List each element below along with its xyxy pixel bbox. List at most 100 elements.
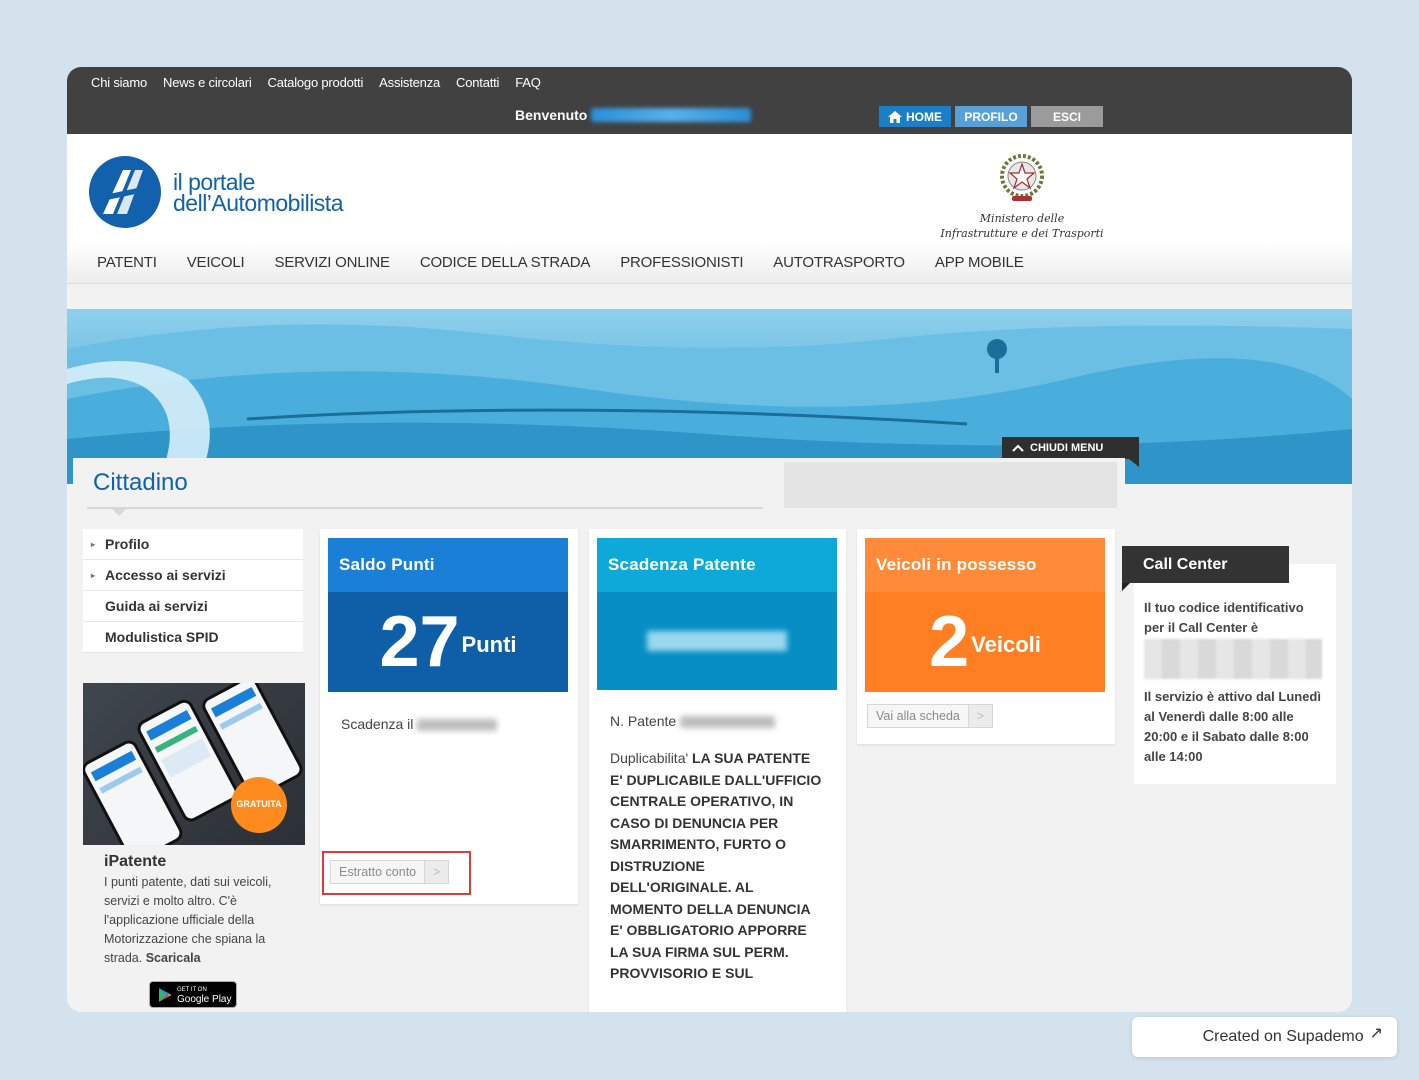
- close-menu-button[interactable]: CHIUDI MENU: [1002, 437, 1139, 467]
- top-bar: Chi siamo News e circolari Catalogo prod…: [67, 67, 1352, 134]
- link-faq[interactable]: FAQ: [515, 75, 541, 90]
- home-button-label: HOME: [906, 109, 942, 124]
- saldo-punti-header: Saldo Punti 27 Punti: [328, 538, 568, 692]
- scadenza-patente-title: Scadenza Patente: [597, 538, 837, 592]
- profile-button[interactable]: PROFILO: [955, 106, 1027, 127]
- link-news[interactable]: News e circolari: [163, 75, 252, 90]
- duplicability-text: LA SUA PATENTE E' DUPLICABILE DALL'UFFIC…: [610, 750, 822, 981]
- user-name-redacted: [591, 108, 752, 122]
- scadenza-patente-card: Scadenza Patente N. Patente Duplicabilit…: [589, 529, 846, 1012]
- call-center-id-text: Il tuo codice identificativo per il Call…: [1144, 600, 1304, 635]
- free-badge: GRATUITA: [236, 799, 282, 809]
- duplicability-info: Duplicabilita' LA SUA PATENTE E' DUPLICA…: [610, 748, 825, 985]
- caret-right-icon: ▸: [91, 570, 96, 580]
- portal-logo-icon[interactable]: [89, 156, 161, 228]
- nav-autotrasporto[interactable]: AUTOTRASPORTO: [773, 254, 905, 271]
- sidebar-item-profilo[interactable]: ▸ Profilo: [83, 529, 303, 560]
- saldo-punti-value: 27: [379, 602, 460, 682]
- caret-right-icon: ▸: [91, 539, 96, 549]
- ipatente-app-image[interactable]: GRATUITA: [83, 683, 305, 845]
- page-title: Cittadino: [93, 469, 188, 496]
- saldo-punti-value-box: 27 Punti: [328, 592, 568, 692]
- logout-button[interactable]: ESCI: [1031, 106, 1103, 127]
- sidebar-item-accesso-servizi[interactable]: ▸ Accesso ai servizi: [83, 560, 303, 591]
- saldo-punti-card: Saldo Punti 27 Punti Scadenza il Estratt…: [320, 529, 578, 904]
- supademo-badge[interactable]: Created on Supademo ↗: [1132, 1017, 1397, 1057]
- vai-alla-scheda-button[interactable]: Vai alla scheda >: [867, 704, 993, 728]
- license-number-redacted: [680, 716, 776, 729]
- saldo-punti-title: Saldo Punti: [328, 538, 568, 592]
- title-divider: [87, 507, 763, 509]
- gplay-big-text: Google Play: [177, 993, 232, 1005]
- expiry-label: Scadenza il: [341, 716, 414, 732]
- welcome-message: Benvenuto: [515, 107, 752, 123]
- top-links: Chi siamo News e circolari Catalogo prod…: [91, 75, 541, 90]
- arrow-right-icon: >: [424, 861, 449, 883]
- browser-frame: Chi siamo News e circolari Catalogo prod…: [67, 67, 1352, 1012]
- sidebar-item-label: Accesso ai servizi: [105, 567, 226, 583]
- site-header: il portale dell’Automobilista Ministero …: [67, 134, 1352, 242]
- main-nav: PATENTI VEICOLI SERVIZI ONLINE CODICE DE…: [67, 242, 1352, 284]
- call-center-panel: Il tuo codice identificativo per il Call…: [1134, 564, 1336, 784]
- saldo-expiry: Scadenza il: [341, 716, 498, 732]
- external-link-icon: ↗: [1369, 1025, 1383, 1042]
- portal-logo-text[interactable]: il portale dell’Automobilista: [173, 171, 343, 216]
- nav-veicoli[interactable]: VEICOLI: [187, 254, 245, 271]
- nav-professionisti[interactable]: PROFESSIONISTI: [620, 254, 743, 271]
- ipatente-description: I punti patente, dati sui veicoli, servi…: [104, 873, 284, 968]
- scadenza-patente-value-box: [597, 592, 837, 690]
- arrow-right-icon: >: [967, 705, 992, 727]
- top-buttons: HOME PROFILO ESCI: [879, 106, 1103, 127]
- nav-patenti[interactable]: PATENTI: [97, 254, 157, 271]
- nav-app-mobile[interactable]: APP MOBILE: [935, 254, 1024, 271]
- ipatente-download-link[interactable]: Scaricala: [146, 951, 201, 965]
- veicoli-value-box: 2 Veicoli: [865, 592, 1105, 692]
- sidebar-item-label: Profilo: [105, 536, 150, 552]
- license-number-label: N. Patente: [610, 713, 677, 729]
- sidebar-menu: ▸ Profilo ▸ Accesso ai servizi Guida ai …: [83, 529, 303, 653]
- chevron-up-icon: [1012, 444, 1024, 452]
- license-expiry-redacted: [647, 631, 787, 651]
- veicoli-value: 2: [929, 602, 970, 682]
- veicoli-header: Veicoli in possesso 2 Veicoli: [865, 538, 1105, 692]
- link-catalogo[interactable]: Catalogo prodotti: [268, 75, 364, 90]
- sidebar-item-guida-servizi[interactable]: Guida ai servizi: [83, 591, 303, 622]
- supademo-label: Created on Supademo: [1202, 1028, 1364, 1045]
- welcome-label: Benvenuto: [515, 107, 588, 123]
- saldo-punti-unit: Punti: [461, 632, 517, 657]
- ipatente-title: iPatente: [104, 853, 167, 870]
- veicoli-card: Veicoli in possesso 2 Veicoli Vai alla s…: [857, 529, 1115, 744]
- call-center-hours: Il servizio è attivo dal Lunedì al Vener…: [1144, 689, 1321, 764]
- expiry-date-redacted: [417, 719, 498, 732]
- link-contatti[interactable]: Contatti: [456, 75, 499, 90]
- title-divider-notch: [111, 508, 127, 516]
- duplicability-label: Duplicabilita': [610, 750, 689, 766]
- estratto-conto-label: Estratto conto: [339, 865, 417, 879]
- vai-alla-scheda-label: Vai alla scheda: [876, 709, 960, 723]
- license-number: N. Patente: [610, 713, 776, 729]
- logo-line-2: dell’Automobilista: [173, 190, 343, 216]
- ministry-logo: Ministero delle Infrastrutture e dei Tra…: [937, 152, 1107, 241]
- sidebar-item-modulistica-spid[interactable]: Modulistica SPID: [83, 622, 303, 653]
- nav-servizi-online[interactable]: SERVIZI ONLINE: [275, 254, 390, 271]
- veicoli-unit: Veicoli: [971, 632, 1041, 657]
- close-menu-label: CHIUDI MENU: [1030, 442, 1104, 454]
- veicoli-title: Veicoli in possesso: [865, 538, 1105, 592]
- italian-emblem-icon: [1000, 154, 1044, 201]
- call-center-title: Call Center: [1122, 546, 1289, 591]
- sidebar-item-label: Modulistica SPID: [105, 629, 219, 645]
- link-assistenza[interactable]: Assistenza: [379, 75, 440, 90]
- sidebar-item-label: Guida ai servizi: [105, 598, 208, 614]
- nav-codice-strada[interactable]: CODICE DELLA STRADA: [420, 254, 591, 271]
- call-center-code-redacted: [1144, 639, 1322, 679]
- placeholder-box: [784, 462, 1117, 508]
- scadenza-patente-header: Scadenza Patente: [597, 538, 837, 692]
- home-button[interactable]: HOME: [879, 106, 951, 127]
- google-play-icon: [159, 987, 171, 1002]
- link-chi-siamo[interactable]: Chi siamo: [91, 75, 147, 90]
- ministry-line-1: Ministero delle: [979, 212, 1065, 225]
- ministry-line-2: Infrastrutture e dei Trasporti: [940, 227, 1104, 240]
- google-play-badge[interactable]: GET IT ON Google Play: [149, 981, 237, 1008]
- estratto-conto-button[interactable]: Estratto conto >: [330, 860, 450, 884]
- home-icon: [888, 110, 902, 123]
